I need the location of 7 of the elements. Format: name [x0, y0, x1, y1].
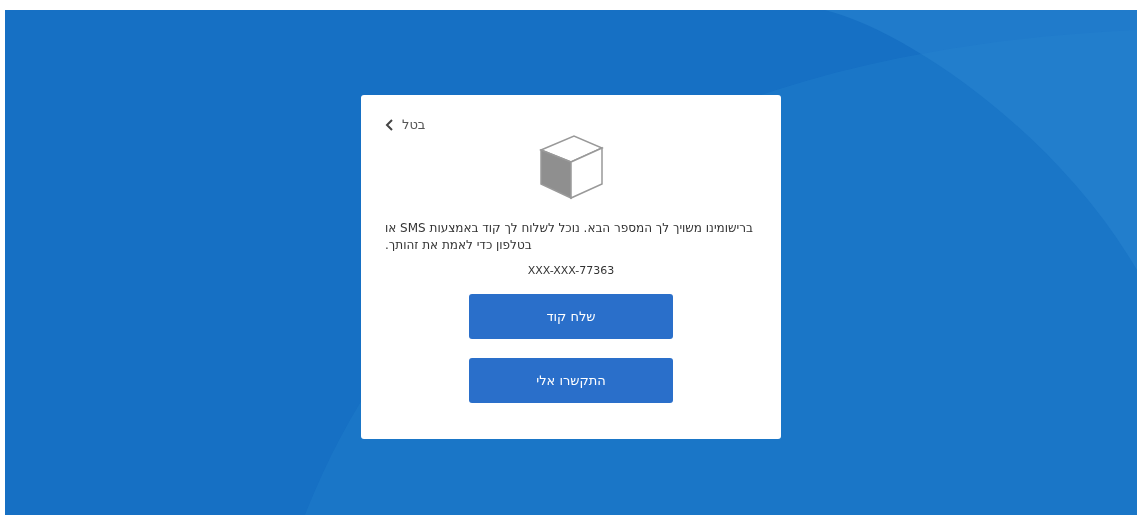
cube-icon	[538, 134, 604, 200]
action-button[interactable]: שלח קוד	[469, 294, 673, 339]
chevron-left-icon	[385, 118, 394, 131]
cancel-link[interactable]: בטל	[385, 117, 426, 132]
action-button[interactable]: התקשרו אלי	[469, 358, 673, 403]
phone-number: XXX-XXX-77363	[527, 264, 615, 277]
info-message: ברישומינו משויך לך המספר הבא. נוכל לשלוח לך קוד באמצעות SMS או בטלפון כדי לאמת את זהותך.	[385, 220, 754, 254]
